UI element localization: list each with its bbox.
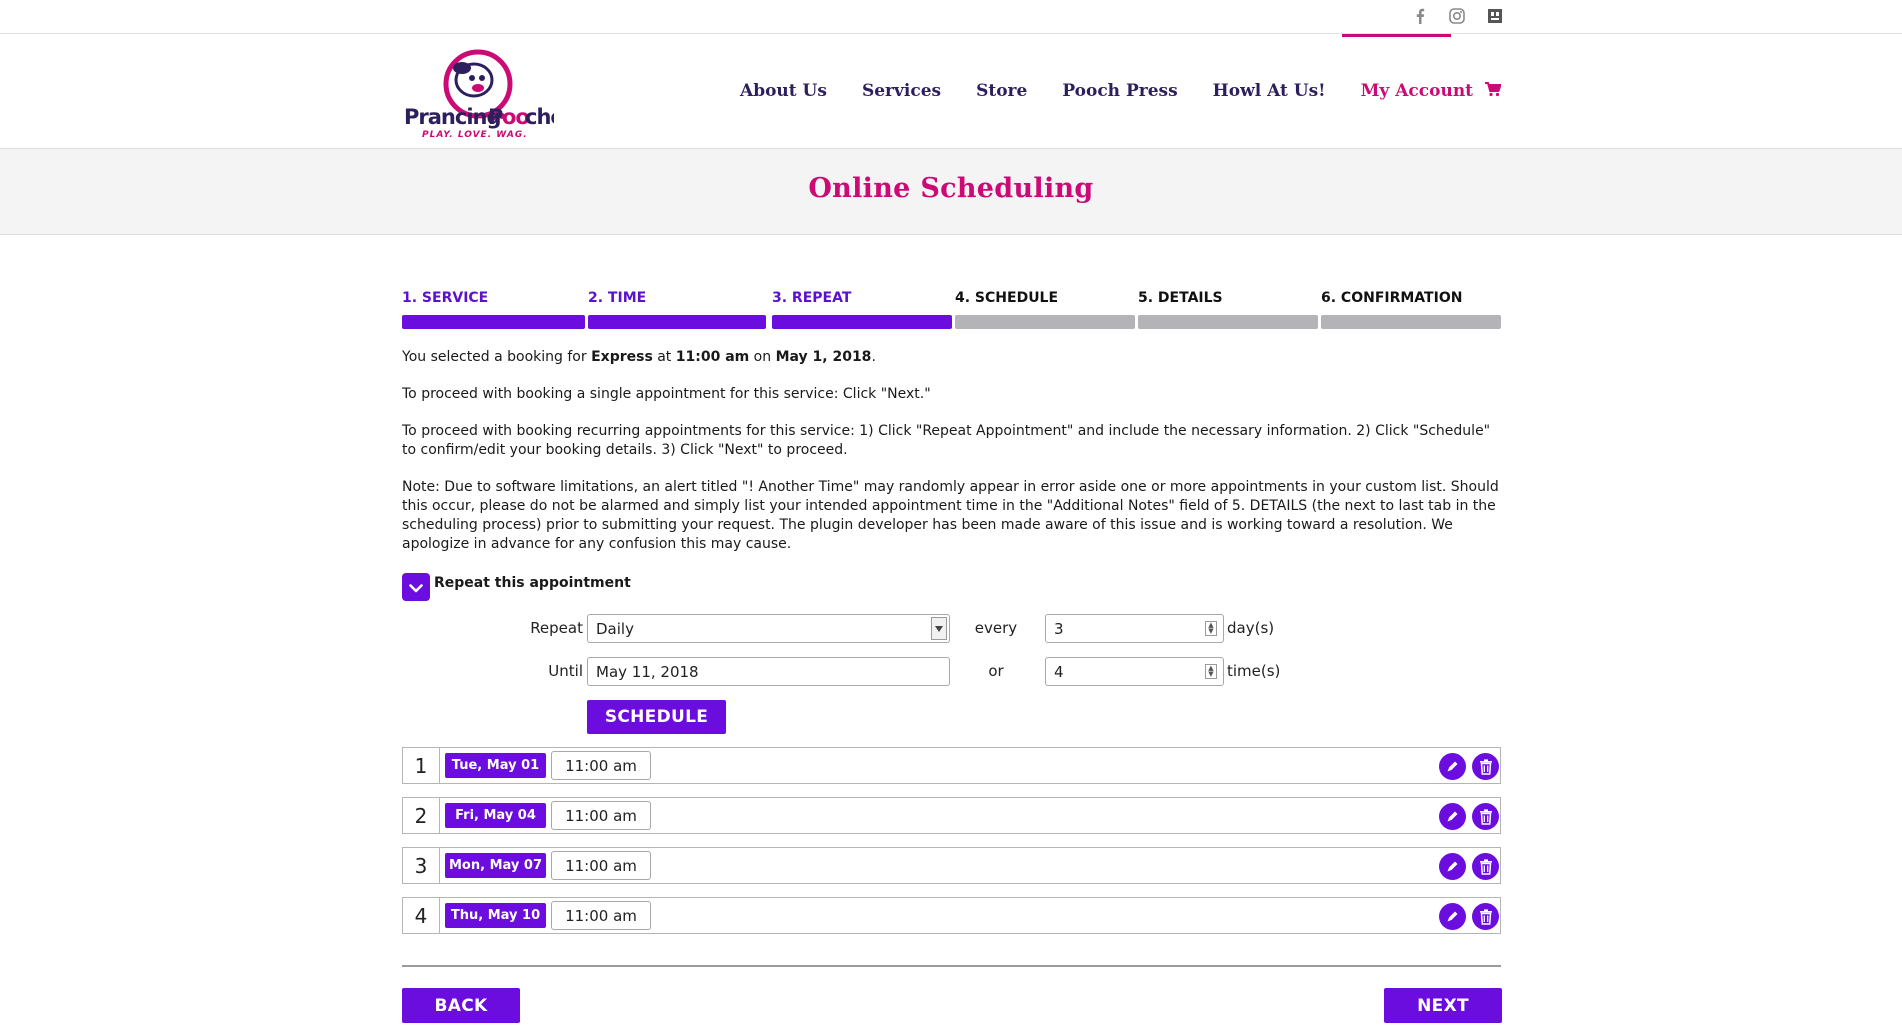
appointment-date[interactable]: Mon, May 07 — [445, 853, 546, 878]
trash-icon[interactable] — [1472, 903, 1499, 930]
svg-text:ches: ches — [525, 105, 554, 129]
appointment-row: 4 Thu, May 10 11:00 am — [402, 897, 1501, 934]
appointment-time[interactable]: 11:00 am — [551, 851, 651, 880]
step-label: 5. DETAILS — [1138, 290, 1223, 306]
every-label: every — [974, 619, 1018, 637]
nav-pooch-press[interactable]: Pooch Press — [1062, 81, 1177, 101]
step-time[interactable]: 2. TIME — [588, 290, 766, 329]
cart-icon[interactable] — [1485, 82, 1502, 101]
step-progress-bar — [772, 315, 952, 329]
trash-icon[interactable] — [1472, 753, 1499, 780]
nav-my-account[interactable]: My Account — [1361, 81, 1473, 101]
step-progress-bar — [955, 315, 1135, 329]
summary-text: . — [871, 349, 876, 365]
appointment-row: 3 Mon, May 07 11:00 am — [402, 847, 1501, 884]
occurrences-value: 4 — [1054, 663, 1064, 681]
appointment-number: 4 — [403, 898, 440, 933]
step-progress-bar — [1138, 315, 1318, 329]
step-label: 4. SCHEDULE — [955, 290, 1059, 306]
edit-pencil-icon[interactable] — [1439, 903, 1466, 930]
step-service[interactable]: 1. SERVICE — [402, 290, 585, 329]
summary-text: You selected a booking for — [402, 349, 592, 365]
top-bar — [0, 0, 1902, 34]
nav-about-us[interactable]: About Us — [740, 81, 827, 101]
repeat-frequency-value: Daily — [596, 620, 634, 638]
svg-text:P: P — [488, 105, 503, 129]
appointment-date[interactable]: Fri, May 04 — [445, 803, 546, 828]
step-progress-bar — [588, 315, 766, 329]
interval-input[interactable]: 3 ▲ ▼ — [1045, 614, 1224, 643]
summary-date: May 1, 2018 — [775, 349, 872, 365]
page-title: Online Scheduling — [808, 173, 1094, 204]
summary-text: on — [749, 349, 776, 365]
chevron-down-icon — [931, 617, 947, 640]
schedule-button[interactable]: SCHEDULE — [587, 700, 726, 734]
site-header: Prancing P oo ches PLAY. LOVE. WAG. Abou… — [0, 34, 1902, 149]
step-schedule[interactable]: 4. SCHEDULE — [955, 290, 1135, 329]
step-label: 3. REPEAT — [772, 290, 852, 306]
nav-store[interactable]: Store — [976, 81, 1027, 101]
svg-text:Prancing: Prancing — [404, 105, 501, 129]
step-label: 6. CONFIRMATION — [1321, 290, 1463, 306]
appointment-time[interactable]: 11:00 am — [551, 751, 651, 780]
chevron-down-icon — [409, 578, 423, 597]
main-nav: About Us Services Store Pooch Press Howl… — [740, 34, 1508, 148]
step-progress-bar — [402, 315, 585, 329]
appointment-number: 3 — [403, 848, 440, 883]
yelp-icon[interactable] — [1484, 5, 1506, 27]
repeat-title: Repeat this appointment — [434, 575, 631, 591]
instagram-icon[interactable] — [1446, 5, 1468, 27]
edit-pencil-icon[interactable] — [1439, 853, 1466, 880]
prancing-pooches-logo[interactable]: Prancing P oo ches PLAY. LOVE. WAG. — [402, 46, 577, 140]
interval-unit: day(s) — [1227, 619, 1275, 637]
facebook-icon[interactable] — [1409, 5, 1431, 27]
stepper-arrows-icon[interactable]: ▲ ▼ — [1205, 621, 1217, 636]
software-limitations-note: Note: Due to software limitations, an al… — [402, 479, 1499, 552]
step-details[interactable]: 5. DETAILS — [1138, 290, 1318, 329]
appointment-row: 2 Fri, May 04 11:00 am — [402, 797, 1501, 834]
step-confirmation[interactable]: 6. CONFIRMATION — [1321, 290, 1501, 329]
repeat-frequency-select[interactable]: Daily — [587, 614, 950, 643]
appointment-date[interactable]: Thu, May 10 — [445, 903, 546, 928]
appointment-date[interactable]: Tue, May 01 — [445, 753, 546, 778]
summary-text: at — [652, 349, 676, 365]
summary-service: Express — [591, 349, 653, 365]
occurrences-input[interactable]: 4 ▲ ▼ — [1045, 657, 1224, 686]
occurrences-unit: time(s) — [1227, 662, 1281, 680]
step-progress-bar — [1321, 315, 1501, 329]
stepper-arrows-icon[interactable]: ▲ ▼ — [1205, 664, 1217, 679]
step-repeat[interactable]: 3. REPEAT — [772, 290, 952, 329]
or-label: or — [988, 662, 1004, 680]
repeat-toggle-button[interactable] — [402, 573, 430, 601]
summary-time: 11:00 am — [675, 349, 750, 365]
interval-value: 3 — [1054, 620, 1064, 638]
until-label: Until — [548, 662, 583, 680]
step-label: 2. TIME — [588, 290, 647, 306]
single-booking-instructions: To proceed with booking a single appoint… — [402, 386, 931, 402]
until-date-value: May 11, 2018 — [596, 663, 699, 681]
divider — [402, 965, 1501, 967]
appointment-row: 1 Tue, May 01 11:00 am — [402, 747, 1501, 784]
nav-services[interactable]: Services — [862, 81, 941, 101]
trash-icon[interactable] — [1472, 853, 1499, 880]
appointment-number: 2 — [403, 798, 440, 833]
appointment-number: 1 — [403, 748, 440, 783]
next-button[interactable]: NEXT — [1384, 988, 1502, 1023]
until-date-input[interactable]: May 11, 2018 — [587, 657, 950, 686]
nav-howl-at-us[interactable]: Howl At Us! — [1213, 81, 1326, 101]
trash-icon[interactable] — [1472, 803, 1499, 830]
appointment-time[interactable]: 11:00 am — [551, 801, 651, 830]
selection-summary: You selected a booking for Express at 11… — [402, 348, 1502, 367]
appointment-time[interactable]: 11:00 am — [551, 901, 651, 930]
step-label: 1. SERVICE — [402, 290, 489, 306]
repeat-label: Repeat — [530, 619, 583, 637]
recurring-booking-instructions: To proceed with booking recurring appoin… — [402, 423, 1491, 458]
page-title-band: Online Scheduling — [0, 149, 1902, 235]
svg-text:PLAY. LOVE. WAG.: PLAY. LOVE. WAG. — [422, 130, 528, 140]
edit-pencil-icon[interactable] — [1439, 753, 1466, 780]
edit-pencil-icon[interactable] — [1439, 803, 1466, 830]
nav-active-indicator — [1342, 34, 1451, 37]
back-button[interactable]: BACK — [402, 988, 520, 1023]
